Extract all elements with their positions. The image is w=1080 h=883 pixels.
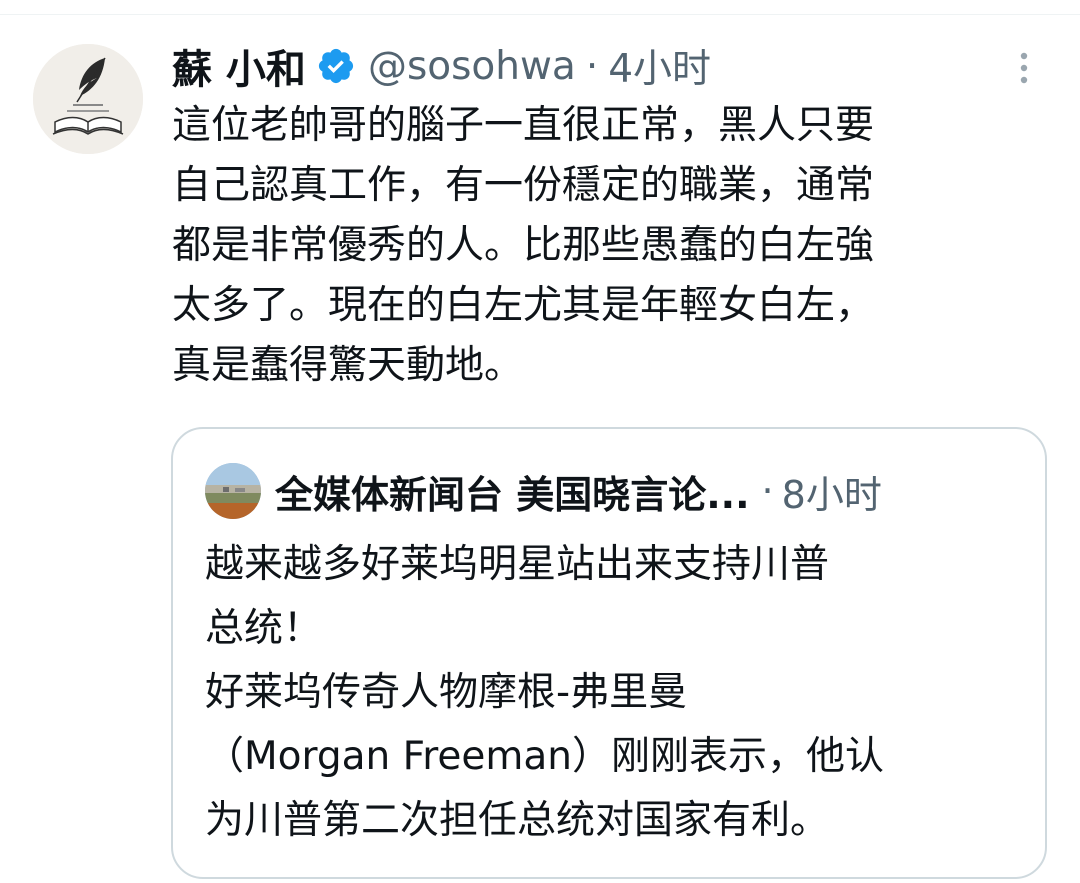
tweet-timestamp[interactable]: 4小时 [608,38,711,94]
book-feather-logo-icon [33,44,143,154]
quoted-header-separator: · [761,469,774,513]
more-options-icon[interactable] [1012,48,1036,88]
quoted-tweet-header: 全媒体新闻台 美国晓言论... · 8小时 [205,463,882,519]
author-display-name[interactable]: 蘇 小和 [172,37,306,95]
author-handle[interactable]: @sosohwa [368,44,576,89]
quoted-tweet-timestamp[interactable]: 8小时 [782,464,882,519]
header-separator: · [585,43,599,89]
tweet-text: 這位老帥哥的腦子一直很正常，黑人只要 自己認真工作，有一份穩定的職業，通常 都是… [172,103,875,388]
quoted-author-avatar[interactable] [205,463,261,519]
quoted-author-name[interactable]: 全媒体新闻台 美国晓言论... [275,464,750,519]
quoted-tweet-card[interactable]: 全媒体新闻台 美国晓言论... · 8小时 越来越多好莱坞明星站出来支持川普 总… [171,427,1047,879]
top-divider [0,14,1080,15]
avatar[interactable] [33,44,143,154]
quoted-tweet-text: 越来越多好莱坞明星站出来支持川普 总统！ 好莱坞传奇人物摩根-弗里曼 （Morg… [205,542,884,843]
verified-badge-icon[interactable] [316,46,356,86]
tweet-header: 蘇 小和 @sosohwa · 4小时 [172,38,711,94]
